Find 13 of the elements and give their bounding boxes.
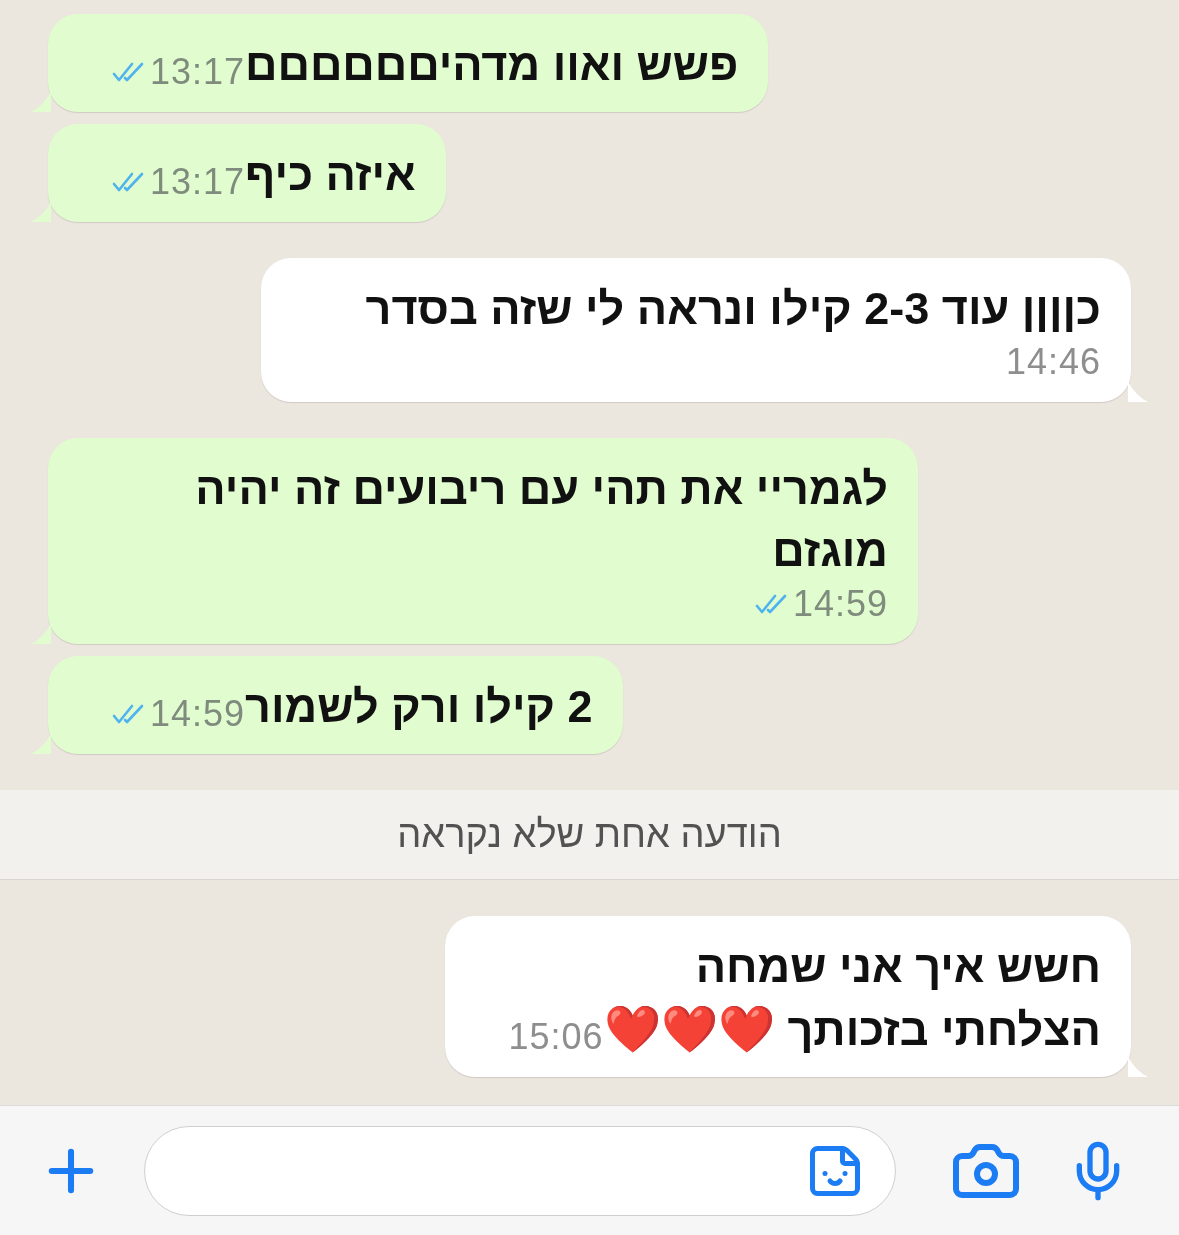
message-time: 14:59 [792, 582, 888, 626]
message-text: כןןןן עוד 2-3 קילו ונראה לי שזה בסדר [365, 282, 1101, 336]
message-text: לגמריי את תהי עם ריבועים זה יהיה מוגזם [195, 462, 888, 578]
unread-label: הודעה אחת שלא נקראה [397, 812, 782, 857]
message-text: חשש איך אני שמחה הצלחתי בזכותך ❤❤❤ [603, 940, 1101, 1057]
message-time: 13:17 [150, 160, 246, 204]
message-text: 2 קילו ורק לשמור [245, 680, 593, 734]
message-text: פשש ואוו מדהיםםםםםם [245, 38, 739, 92]
message-text: איזה כיף [245, 148, 416, 202]
message-time: 14:59 [150, 692, 246, 736]
message-time: 15:06 [508, 1015, 604, 1059]
message-time: 13:17 [150, 50, 246, 94]
message-time: 14:46 [1005, 340, 1101, 384]
